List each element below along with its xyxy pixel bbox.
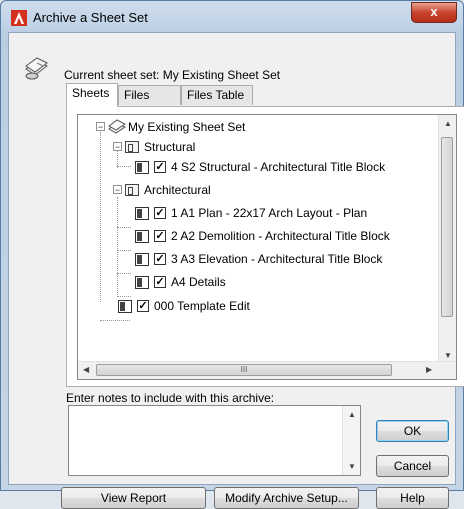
close-button[interactable]: x bbox=[411, 2, 457, 23]
tree-sheet-row[interactable]: ✓ 4 S2 Structural - Architectural Title … bbox=[78, 157, 438, 177]
collapse-toggle[interactable]: − bbox=[113, 185, 122, 195]
sheet-set-node-icon bbox=[108, 119, 126, 134]
tree-label-sheet: 4 S2 Structural - Architectural Title Bl… bbox=[171, 160, 386, 174]
notes-scrollbar[interactable]: ▲ ▼ bbox=[342, 406, 360, 475]
cancel-button[interactable]: Cancel bbox=[376, 455, 449, 477]
sheet-set-icon bbox=[25, 57, 48, 80]
tree-sheet-row[interactable]: ✓ 1 A1 Plan - 22x17 Arch Layout - Plan bbox=[78, 203, 438, 223]
scroll-up-arrow-icon[interactable]: ▲ bbox=[444, 119, 452, 128]
tab-files-table[interactable]: Files Table bbox=[181, 85, 253, 105]
tree-horizontal-scrollbar[interactable]: ◀ III ▶ bbox=[78, 361, 456, 379]
notes-label: Enter notes to include with this archive… bbox=[66, 391, 275, 405]
help-button[interactable]: Help bbox=[376, 487, 449, 509]
ok-button[interactable]: OK bbox=[376, 420, 449, 442]
scroll-up-arrow-icon[interactable]: ▲ bbox=[348, 410, 356, 419]
sheet-icon bbox=[135, 276, 149, 289]
collapse-toggle[interactable]: − bbox=[96, 122, 105, 132]
tree-sheet-row[interactable]: ✓ A4 Details bbox=[78, 272, 438, 292]
sheet-icon bbox=[118, 300, 132, 313]
collapse-toggle[interactable]: − bbox=[113, 142, 122, 152]
subset-icon bbox=[125, 141, 139, 153]
vertical-scroll-thumb[interactable] bbox=[441, 137, 453, 317]
sheet-icon bbox=[135, 230, 149, 243]
sheet-tree-view[interactable]: − My Existing Sheet Set − Structural ✓ 4… bbox=[77, 114, 457, 380]
tree-subset-architectural[interactable]: − Architectural bbox=[78, 180, 438, 200]
sheet-checkbox[interactable]: ✓ bbox=[154, 253, 166, 265]
tree-sheet-row[interactable]: ✓ 2 A2 Demolition - Architectural Title … bbox=[78, 226, 438, 246]
tree-label-structural: Structural bbox=[144, 140, 196, 154]
tree-sheet-row[interactable]: ✓ 000 Template Edit bbox=[78, 296, 438, 316]
scroll-down-arrow-icon[interactable]: ▼ bbox=[348, 462, 356, 471]
sheet-icon bbox=[135, 253, 149, 266]
window-title: Archive a Sheet Set bbox=[33, 10, 148, 25]
tab-sheets[interactable]: Sheets bbox=[66, 83, 118, 107]
dialog-body: Current sheet set: My Existing Sheet Set… bbox=[8, 32, 464, 509]
sheet-checkbox[interactable]: ✓ bbox=[154, 207, 166, 219]
tree-label-sheet: A4 Details bbox=[171, 275, 226, 289]
title-bar[interactable]: Archive a Sheet Set x bbox=[1, 1, 463, 33]
scroll-left-arrow-icon[interactable]: ◀ bbox=[83, 365, 89, 374]
tree-connector bbox=[100, 320, 130, 321]
view-report-button[interactable]: View Report bbox=[61, 487, 206, 509]
sheet-checkbox[interactable]: ✓ bbox=[154, 276, 166, 288]
notes-textarea[interactable]: ▲ ▼ bbox=[68, 405, 361, 476]
sheets-tab-panel: − My Existing Sheet Set − Structural ✓ 4… bbox=[66, 106, 464, 387]
tree-label-sheet: 2 A2 Demolition - Architectural Title Bl… bbox=[171, 229, 390, 243]
modify-archive-setup-button[interactable]: Modify Archive Setup... bbox=[214, 487, 359, 509]
tab-files-tree[interactable]: Files Tree bbox=[118, 85, 181, 121]
sheet-checkbox[interactable]: ✓ bbox=[137, 300, 149, 312]
tree-root-row[interactable]: − My Existing Sheet Set bbox=[78, 117, 438, 137]
current-sheet-set-label: Current sheet set: My Existing Sheet Set bbox=[64, 68, 281, 82]
autocad-app-icon bbox=[11, 10, 27, 26]
tree-label-root: My Existing Sheet Set bbox=[128, 120, 246, 134]
sheet-checkbox[interactable]: ✓ bbox=[154, 161, 166, 173]
sheet-checkbox[interactable]: ✓ bbox=[154, 230, 166, 242]
horizontal-scroll-thumb[interactable]: III bbox=[96, 364, 392, 376]
tree-vertical-scrollbar[interactable]: ▲ ▼ bbox=[438, 115, 456, 363]
scroll-down-arrow-icon[interactable]: ▼ bbox=[444, 351, 452, 360]
subset-icon bbox=[125, 184, 139, 196]
tree-label-sheet: 1 A1 Plan - 22x17 Arch Layout - Plan bbox=[171, 206, 368, 220]
tree-sheet-row[interactable]: ✓ 3 A3 Elevation - Architectural Title B… bbox=[78, 249, 438, 269]
tree-label-sheet: 3 A3 Elevation - Architectural Title Blo… bbox=[171, 252, 383, 266]
scroll-right-arrow-icon[interactable]: ▶ bbox=[426, 365, 432, 374]
sheet-icon bbox=[135, 207, 149, 220]
tree-label-sheet: 000 Template Edit bbox=[154, 299, 250, 313]
tree-label-architectural: Architectural bbox=[144, 183, 211, 197]
sheet-icon bbox=[135, 161, 149, 174]
tree-subset-structural[interactable]: − Structural bbox=[78, 137, 438, 157]
